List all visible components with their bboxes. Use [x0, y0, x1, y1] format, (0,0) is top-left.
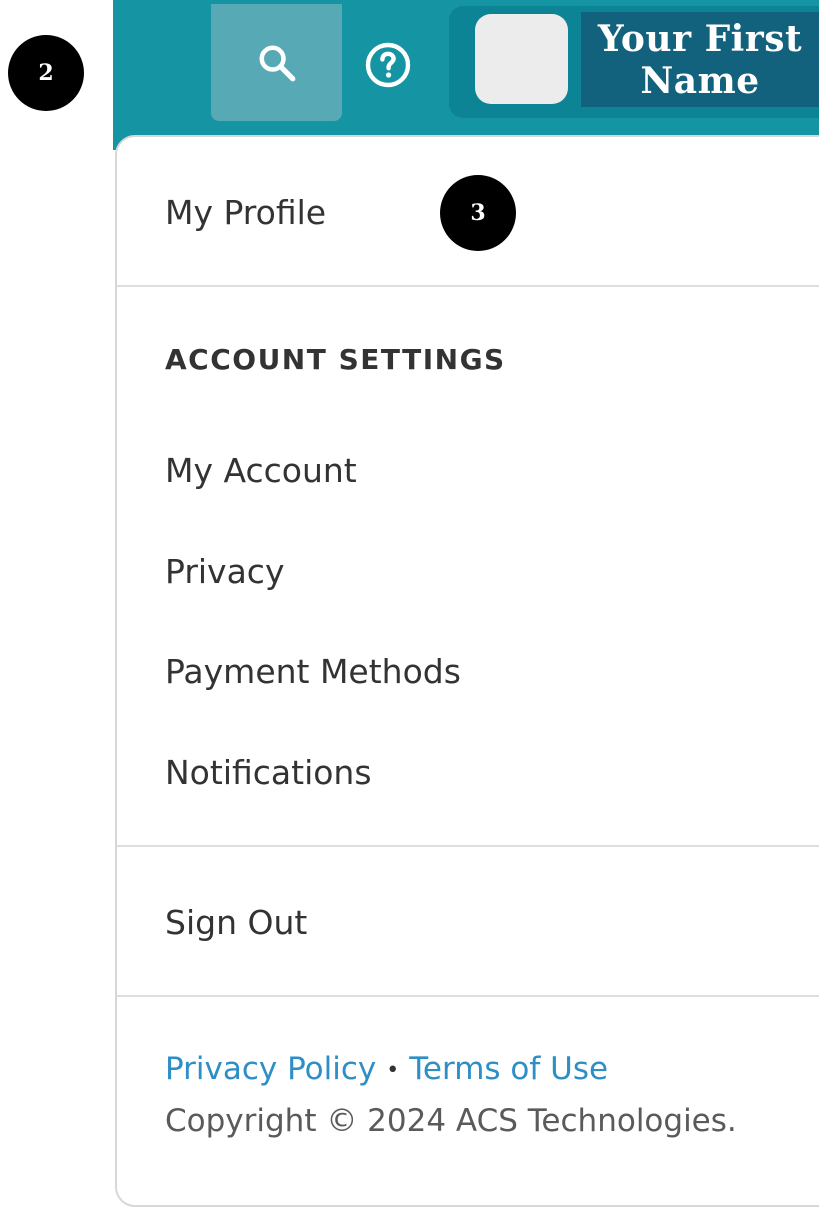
copyright-text: Copyright © 2024 ACS Technologies.: [165, 1103, 737, 1139]
callout-marker-3: 3: [440, 175, 516, 251]
page: 2 Your First Name 3 My Profile ACCOUNT S…: [0, 0, 819, 1210]
privacy-policy-link[interactable]: Privacy Policy: [165, 1051, 376, 1087]
menu-item-sign-out[interactable]: Sign Out: [165, 903, 307, 942]
link-separator: •: [386, 1058, 400, 1083]
menu-divider: [117, 995, 819, 997]
callout-number: 3: [470, 200, 486, 226]
callout-marker-2: 2: [8, 35, 84, 111]
search-button[interactable]: [211, 4, 342, 121]
menu-item-notifications[interactable]: Notifications: [165, 753, 372, 792]
user-name-label[interactable]: Your First Name: [581, 12, 819, 107]
menu-item-privacy[interactable]: Privacy: [165, 552, 284, 591]
menu-item-payment-methods[interactable]: Payment Methods: [165, 652, 461, 691]
footer-links: Privacy Policy • Terms of Use: [165, 1051, 608, 1087]
menu-item-my-profile[interactable]: My Profile: [165, 193, 326, 232]
menu-divider: [117, 285, 819, 287]
account-dropdown-menu: My Profile ACCOUNT SETTINGS My Account P…: [115, 135, 819, 1207]
search-icon: [259, 45, 295, 81]
callout-number: 2: [38, 60, 54, 86]
help-button[interactable]: [343, 20, 433, 110]
menu-divider: [117, 845, 819, 847]
menu-item-my-account[interactable]: My Account: [165, 451, 357, 490]
account-settings-heading: ACCOUNT SETTINGS: [165, 343, 506, 376]
avatar[interactable]: [475, 14, 568, 104]
help-circle-icon: [365, 42, 411, 88]
terms-of-use-link[interactable]: Terms of Use: [409, 1051, 608, 1087]
